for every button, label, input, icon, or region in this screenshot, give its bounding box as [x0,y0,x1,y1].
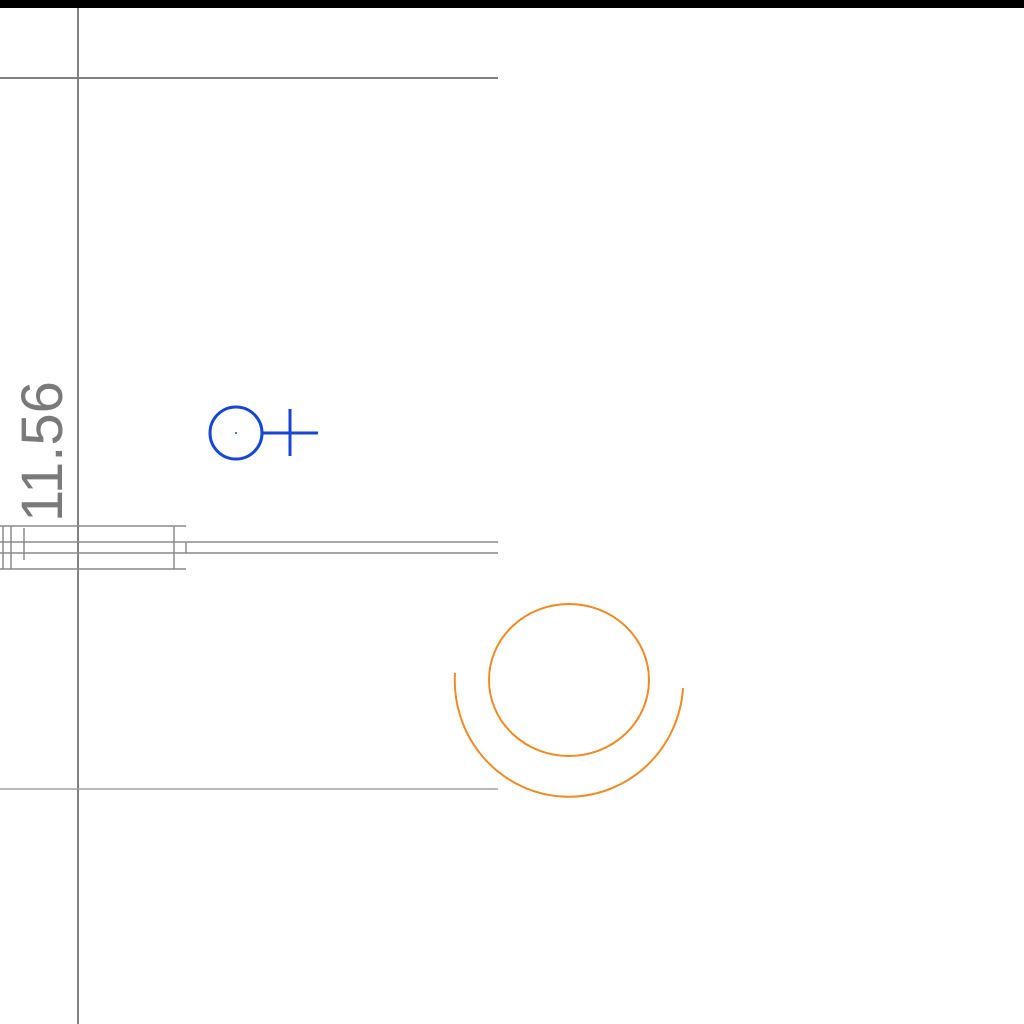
cad-drawing-canvas[interactable]: 11.56 [0,0,1024,1024]
wall-section[interactable] [0,525,498,570]
ring-arc-icon[interactable] [453,603,684,798]
dimension-label: 11.56 [10,381,75,522]
level-marker-icon[interactable] [208,405,318,461]
